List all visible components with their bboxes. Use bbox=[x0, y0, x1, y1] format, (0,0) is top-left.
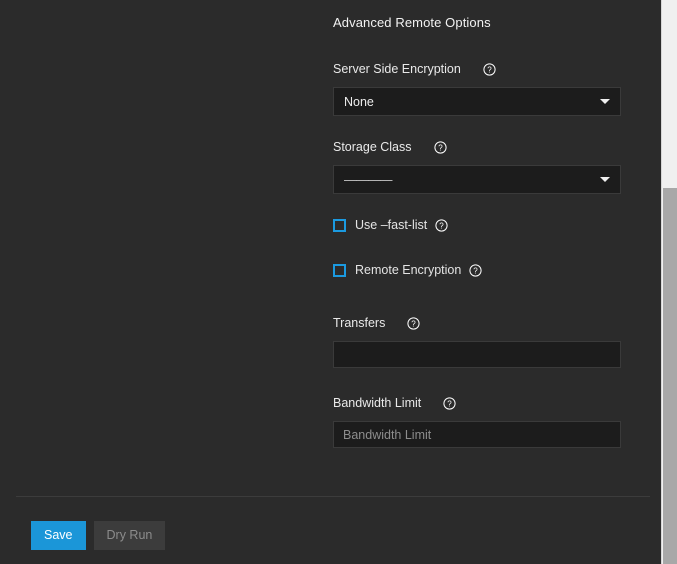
help-circle-icon[interactable]: ? bbox=[435, 219, 448, 232]
label-row: Transfers ? bbox=[333, 314, 623, 332]
svg-text:?: ? bbox=[440, 221, 445, 230]
field-storage-class: Storage Class ? ———— bbox=[333, 138, 623, 194]
use-fast-list-label: Use –fast-list bbox=[355, 217, 427, 233]
help-circle-icon[interactable]: ? bbox=[443, 397, 456, 410]
save-button[interactable]: Save bbox=[31, 521, 86, 550]
vertical-scrollbar[interactable] bbox=[661, 0, 677, 564]
svg-text:?: ? bbox=[412, 319, 417, 328]
svg-text:?: ? bbox=[448, 399, 453, 408]
svg-text:?: ? bbox=[474, 266, 479, 275]
server-side-encryption-value: None bbox=[344, 95, 594, 109]
bandwidth-limit-input[interactable] bbox=[333, 421, 621, 448]
bandwidth-limit-label: Bandwidth Limit bbox=[333, 395, 421, 411]
checkbox-unchecked-icon[interactable] bbox=[333, 264, 346, 277]
label-row: Server Side Encryption ? bbox=[333, 60, 623, 78]
storage-class-value: ———— bbox=[344, 173, 594, 187]
label-row: Storage Class ? bbox=[333, 138, 623, 156]
footer-divider bbox=[16, 496, 650, 497]
help-circle-icon[interactable]: ? bbox=[469, 264, 482, 277]
chevron-down-icon bbox=[600, 177, 610, 182]
help-circle-icon[interactable]: ? bbox=[434, 141, 447, 154]
transfers-label: Transfers bbox=[333, 315, 385, 331]
field-use-fast-list[interactable]: Use –fast-list ? bbox=[333, 216, 623, 234]
checkbox-unchecked-icon[interactable] bbox=[333, 219, 346, 232]
svg-text:?: ? bbox=[487, 65, 492, 74]
server-side-encryption-label: Server Side Encryption bbox=[333, 61, 461, 77]
help-circle-icon[interactable]: ? bbox=[483, 63, 496, 76]
scrollbar-thumb[interactable] bbox=[663, 188, 677, 564]
storage-class-label: Storage Class bbox=[333, 139, 412, 155]
field-remote-encryption[interactable]: Remote Encryption ? bbox=[333, 261, 623, 279]
svg-text:?: ? bbox=[438, 143, 443, 152]
transfers-input[interactable] bbox=[333, 341, 621, 368]
page-title: Advanced Remote Options bbox=[333, 0, 623, 34]
label-row: Bandwidth Limit ? bbox=[333, 394, 623, 412]
field-bandwidth-limit: Bandwidth Limit ? bbox=[333, 394, 623, 448]
field-transfers: Transfers ? bbox=[333, 314, 623, 368]
dry-run-button[interactable]: Dry Run bbox=[94, 521, 166, 550]
remote-encryption-label: Remote Encryption bbox=[355, 262, 461, 278]
chevron-down-icon bbox=[600, 99, 610, 104]
field-server-side-encryption: Server Side Encryption ? None bbox=[333, 60, 623, 116]
options-form: Advanced Remote Options Server Side Encr… bbox=[333, 0, 623, 448]
advanced-remote-options-panel: Advanced Remote Options Server Side Encr… bbox=[0, 0, 661, 564]
storage-class-select[interactable]: ———— bbox=[333, 165, 621, 194]
footer-actions: Save Dry Run bbox=[31, 521, 165, 550]
help-circle-icon[interactable]: ? bbox=[407, 317, 420, 330]
server-side-encryption-select[interactable]: None bbox=[333, 87, 621, 116]
